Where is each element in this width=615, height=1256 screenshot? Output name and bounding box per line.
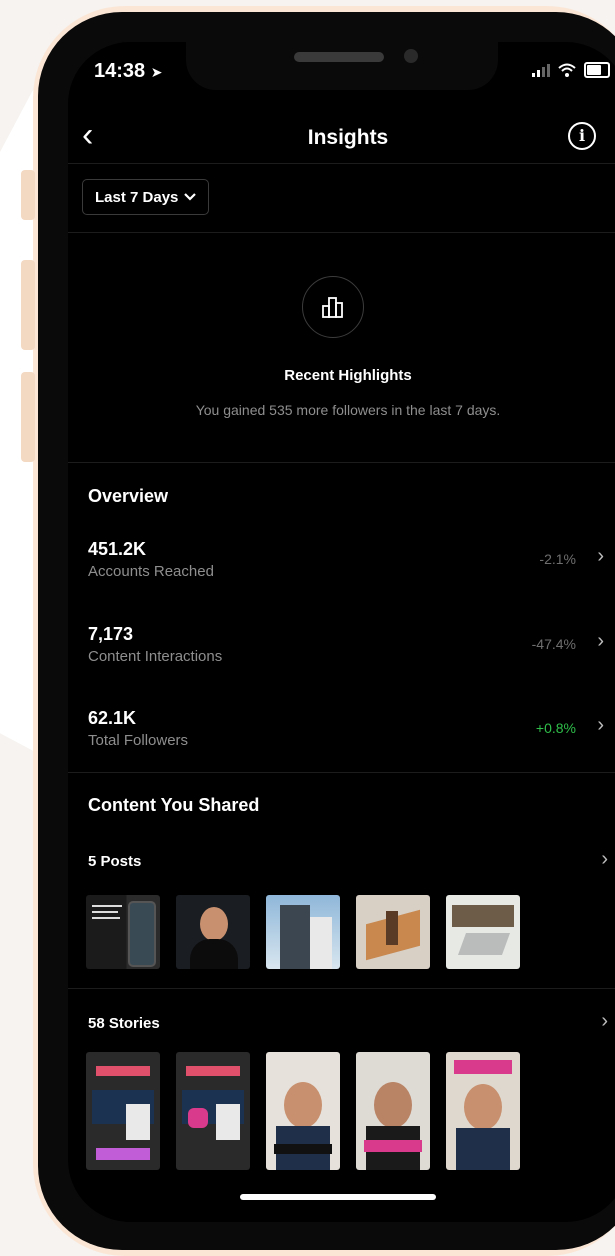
- chevron-right-icon[interactable]: ›: [601, 848, 608, 871]
- stories-thumbnails: [86, 1052, 520, 1170]
- status-time-text: 14:38: [94, 60, 146, 82]
- notch: [186, 42, 498, 90]
- metric-value: 451.2K: [88, 539, 147, 559]
- chevron-right-icon: ›: [597, 630, 604, 652]
- home-indicator[interactable]: [240, 1194, 436, 1200]
- status-icons: [532, 62, 610, 78]
- wifi-icon: [558, 63, 576, 77]
- phone-side-button: [21, 260, 35, 350]
- phone-side-button: [21, 170, 35, 220]
- stories-row-label[interactable]: 58 Stories: [88, 1015, 160, 1032]
- posts-row-label[interactable]: 5 Posts: [88, 853, 141, 870]
- post-thumbnail[interactable]: [446, 895, 520, 969]
- metric-accounts-reached[interactable]: 451.2K Accounts Reached -2.1% ›: [88, 539, 608, 589]
- metric-change: -2.1%: [539, 551, 576, 567]
- divider: [68, 988, 615, 989]
- divider: [68, 772, 615, 773]
- chevron-right-icon[interactable]: ›: [601, 1010, 608, 1033]
- divider: [68, 163, 615, 164]
- metric-value: 62.1K: [88, 708, 137, 728]
- chevron-down-icon: [184, 193, 197, 201]
- divider: [68, 462, 615, 463]
- post-thumbnail[interactable]: [356, 895, 430, 969]
- speaker-grille: [294, 52, 384, 62]
- metric-label: Content Interactions: [88, 648, 223, 665]
- metric-value: 7,173: [88, 624, 134, 644]
- story-thumbnail[interactable]: [446, 1052, 520, 1170]
- signal-icon: [532, 63, 550, 77]
- battery-icon: [584, 62, 610, 78]
- story-thumbnail[interactable]: [86, 1052, 160, 1170]
- date-range-dropdown[interactable]: Last 7 Days: [82, 179, 210, 215]
- page-title: Insights: [307, 126, 389, 149]
- date-range-label: Last 7 Days: [95, 188, 179, 206]
- chevron-right-icon: ›: [597, 714, 604, 736]
- post-thumbnail[interactable]: [86, 895, 160, 969]
- metric-content-interactions[interactable]: 7,173 Content Interactions -47.4% ›: [88, 624, 608, 674]
- post-thumbnail[interactable]: [176, 895, 250, 969]
- story-thumbnail[interactable]: [176, 1052, 250, 1170]
- status-time: 14:38 ➤: [94, 60, 162, 83]
- phone-side-button: [21, 372, 35, 462]
- info-icon[interactable]: i: [568, 122, 596, 150]
- metric-label: Accounts Reached: [88, 563, 214, 580]
- metric-label: Total Followers: [88, 732, 189, 749]
- front-camera: [404, 49, 418, 63]
- bar-chart-icon: [302, 276, 364, 338]
- location-arrow-icon: ➤: [150, 64, 163, 80]
- highlights-subtitle: You gained 535 more followers in the las…: [195, 402, 501, 418]
- posts-thumbnails: [86, 895, 520, 969]
- story-thumbnail[interactable]: [356, 1052, 430, 1170]
- nav-bar: ‹ Insights i: [68, 112, 615, 164]
- divider: [68, 232, 615, 233]
- story-thumbnail[interactable]: [266, 1052, 340, 1170]
- highlights-title: Recent Highlights: [284, 367, 412, 384]
- chevron-right-icon: ›: [597, 545, 604, 567]
- overview-title: Overview: [88, 486, 169, 506]
- metric-change: -47.4%: [531, 636, 576, 652]
- content-shared-title: Content You Shared: [88, 795, 260, 815]
- phone-screen: 14:38 ➤ ‹ Insights i Last 7 Days Recent …: [68, 42, 615, 1222]
- metric-change: +0.8%: [535, 720, 576, 736]
- metric-total-followers[interactable]: 62.1K Total Followers +0.8% ›: [88, 708, 608, 758]
- post-thumbnail[interactable]: [266, 895, 340, 969]
